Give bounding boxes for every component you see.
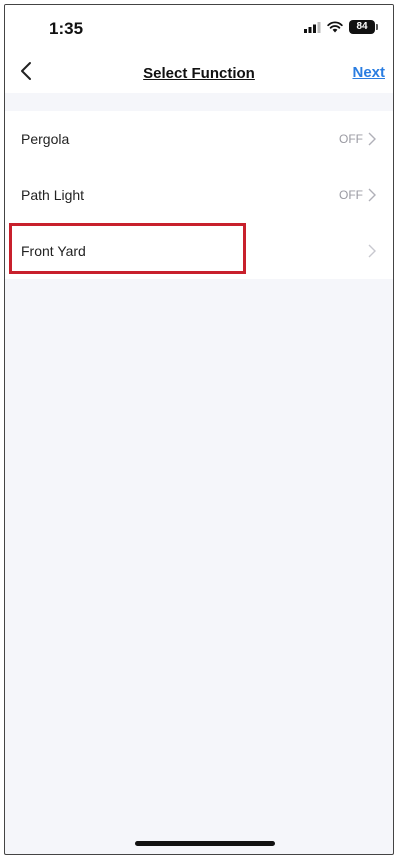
status-text: OFF [339,132,363,146]
status-icons: 84 [304,20,378,34]
function-item-front-yard[interactable]: Front Yard [5,223,393,279]
item-right: OFF [339,188,377,202]
next-button[interactable]: Next [352,64,385,81]
page-title: Select Function [143,65,255,82]
chevron-right-icon [368,132,376,146]
chevron-right-icon [368,188,376,202]
status-bar: 1:35 84 [5,5,393,51]
function-item-pergola[interactable]: Pergola OFF [5,111,393,167]
item-right [363,244,377,258]
function-label: Path Light [21,187,85,203]
status-text: OFF [339,188,363,202]
battery-icon: 84 [349,20,378,34]
signal-icon [304,21,321,33]
function-label: Front Yard [21,243,86,259]
nav-bar: Select Function Next [5,51,393,93]
phone-screen: 1:35 84 Select Function Next Pergola OFF… [4,4,394,855]
status-time: 1:35 [49,19,84,38]
chevron-right-icon [368,244,376,258]
function-list: Pergola OFF Path Light OFF Front Yard [5,111,393,279]
wifi-icon [327,21,343,33]
function-label: Pergola [21,131,70,147]
item-right: OFF [339,132,377,146]
function-item-path-light[interactable]: Path Light OFF [5,167,393,223]
home-indicator [135,841,275,846]
